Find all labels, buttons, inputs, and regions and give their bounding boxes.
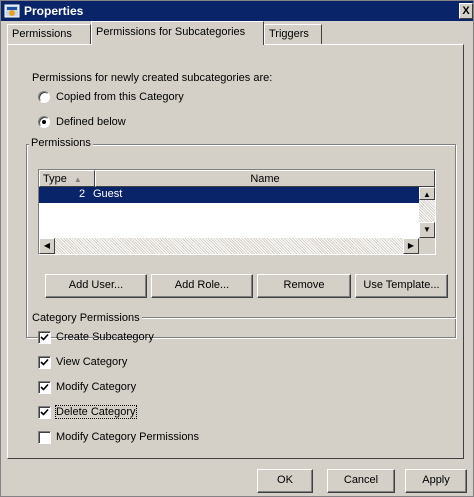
delete-category-label[interactable]: Delete Category	[55, 405, 137, 419]
scroll-down-button[interactable]: ▼	[419, 222, 435, 238]
type-column-label: Type	[43, 173, 67, 185]
delete-category-checkbox[interactable]	[38, 406, 51, 419]
type-column-header[interactable]: Type ▲	[39, 170, 95, 187]
scroll-left-button[interactable]: ◀	[39, 238, 55, 254]
permissions-table: Type ▲ Name 2 Guest ▲ ▼ ◀ ▶	[38, 169, 436, 255]
close-button[interactable]: X	[459, 3, 473, 19]
create-subcategory-checkbox[interactable]	[38, 331, 51, 344]
defined-below-label[interactable]: Defined below	[56, 116, 126, 128]
remove-button[interactable]: Remove	[257, 274, 351, 298]
add-role-button[interactable]: Add Role...	[151, 274, 253, 298]
checkmark-icon	[40, 333, 49, 341]
name-cell: Guest	[93, 188, 123, 200]
type-cell: 2	[79, 188, 86, 200]
checkmark-icon	[40, 383, 49, 391]
modify-category-permissions-checkbox[interactable]	[38, 431, 51, 444]
name-column-header[interactable]: Name	[95, 170, 435, 187]
tab-panel: Permissions for newly created subcategor…	[7, 44, 464, 459]
scroll-right-button[interactable]: ▶	[403, 238, 419, 254]
copied-from-category-label[interactable]: Copied from this Category	[56, 91, 184, 103]
tab-triggers[interactable]: Triggers	[264, 24, 322, 44]
category-permissions-divider	[142, 317, 456, 319]
scrollbar-corner	[419, 238, 435, 254]
modify-category-permissions-label[interactable]: Modify Category Permissions	[56, 431, 199, 443]
scroll-up-button[interactable]: ▲	[419, 187, 435, 200]
permissions-group-title: Permissions	[29, 137, 93, 149]
horizontal-scrollbar[interactable]	[39, 238, 419, 254]
window-title: Properties	[24, 4, 84, 18]
category-permissions-title: Category Permissions	[32, 312, 140, 324]
view-category-checkbox[interactable]	[38, 356, 51, 369]
table-row[interactable]: 2 Guest	[39, 187, 419, 203]
checkmark-icon	[40, 408, 49, 416]
copied-from-category-radio[interactable]	[38, 91, 50, 103]
view-category-label[interactable]: View Category	[56, 356, 127, 368]
sort-ascending-icon: ▲	[73, 175, 82, 184]
use-template-button[interactable]: Use Template...	[355, 274, 448, 298]
subcategory-intro-label: Permissions for newly created subcategor…	[32, 72, 273, 84]
cancel-button[interactable]: Cancel	[327, 469, 395, 493]
modify-category-checkbox[interactable]	[38, 381, 51, 394]
apply-button[interactable]: Apply	[405, 469, 467, 493]
add-user-button[interactable]: Add User...	[45, 274, 147, 298]
properties-dialog: Properties X Permissions Permissions for…	[0, 0, 474, 497]
modify-category-label[interactable]: Modify Category	[56, 381, 136, 393]
app-icon	[4, 4, 20, 18]
ok-button[interactable]: OK	[257, 469, 313, 493]
create-subcategory-label[interactable]: Create Subcategory	[56, 331, 154, 343]
checkmark-icon	[40, 358, 49, 366]
tab-permissions-for-subcategories[interactable]: Permissions for Subcategories	[91, 21, 264, 45]
title-bar: Properties X	[1, 1, 473, 21]
defined-below-radio[interactable]	[38, 116, 50, 128]
tab-permissions[interactable]: Permissions	[7, 24, 91, 44]
